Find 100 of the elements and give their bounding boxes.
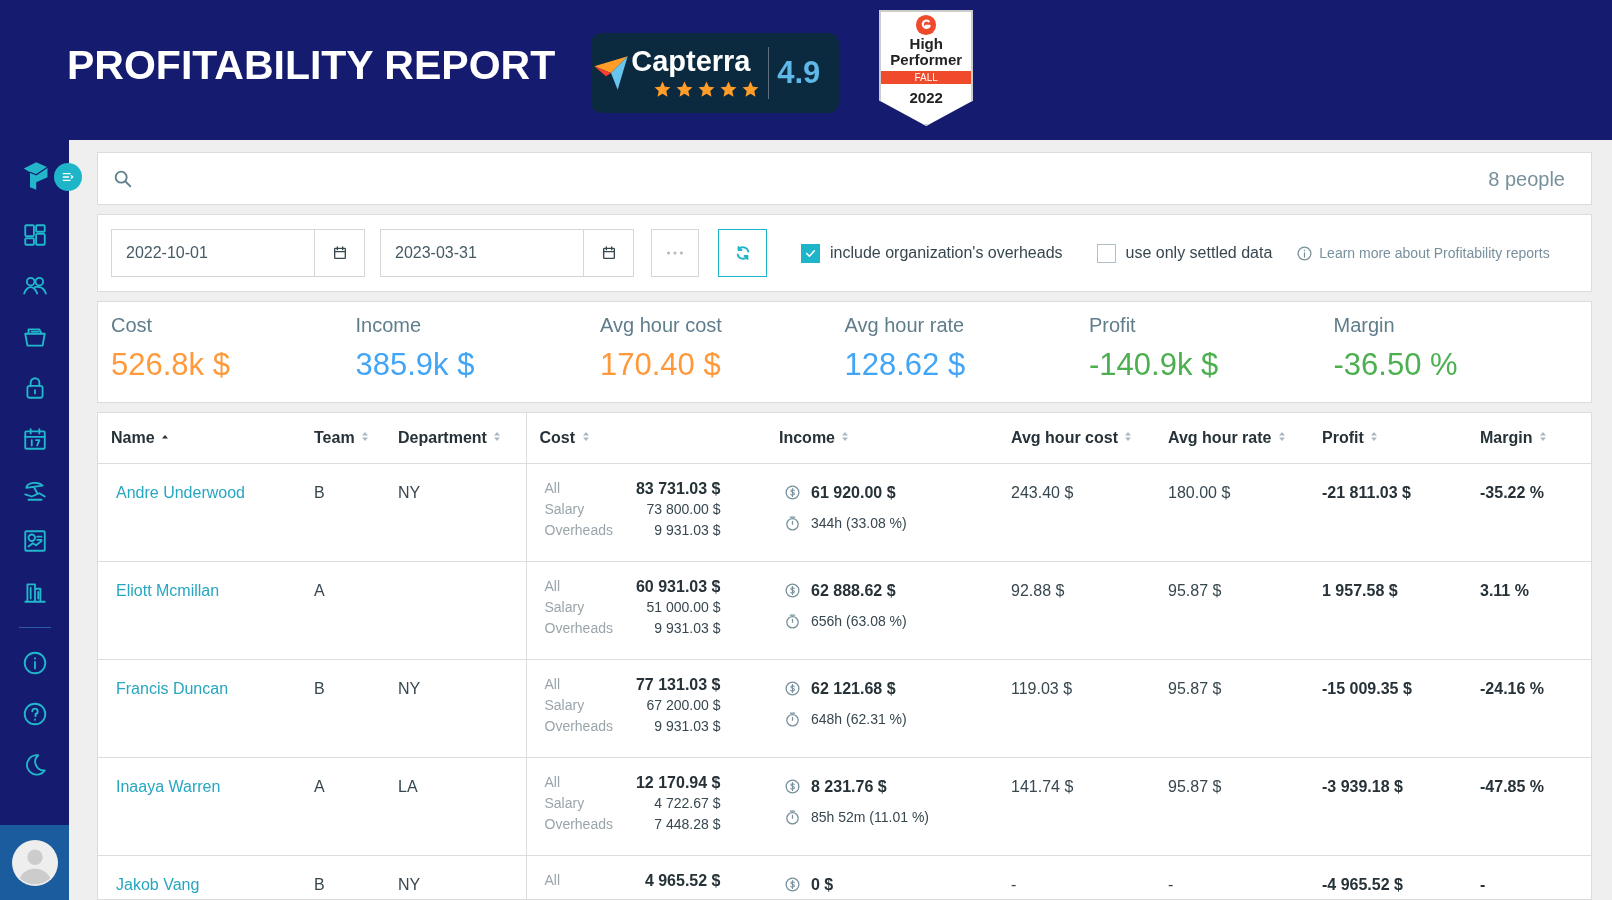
help-icon[interactable] xyxy=(21,701,48,727)
column-header[interactable]: Avg hour cost xyxy=(998,413,1155,463)
star-icon xyxy=(741,80,761,99)
award-text: Performer xyxy=(890,52,963,68)
cost-label: Overheads xyxy=(544,520,614,540)
income-value: 62 121.68 $ xyxy=(811,678,896,699)
more-icon xyxy=(667,251,683,255)
table-cell: - xyxy=(1168,875,1174,893)
sidebar-toggle-button[interactable] xyxy=(54,163,82,191)
cost-label: Overheads xyxy=(544,618,614,638)
team-text: A xyxy=(314,581,325,599)
table-cell: -3 939.18 $ xyxy=(1322,777,1403,795)
cost-label: Salary xyxy=(544,793,586,813)
report-icon[interactable] xyxy=(21,528,48,554)
cost-value: 4 722.67 $ xyxy=(653,793,721,813)
column-header[interactable]: Department xyxy=(385,413,526,463)
table-cell: -35.22 % xyxy=(1480,483,1545,501)
date-field[interactable]: 2022-10-01 xyxy=(111,229,315,277)
column-header[interactable]: Profit xyxy=(1309,413,1467,463)
income-value: 62 888.62 $ xyxy=(811,580,896,601)
cost-label: All xyxy=(544,478,562,498)
stat-label: Avg hour rate xyxy=(844,313,966,338)
cost-label: All xyxy=(544,576,562,596)
column-header[interactable]: Name xyxy=(98,413,301,463)
money-icon xyxy=(784,778,801,795)
cost-value: 9 931.03 $ xyxy=(653,716,721,736)
stopwatch-icon xyxy=(784,612,801,630)
star-icon xyxy=(719,80,739,99)
team-text: B xyxy=(314,679,325,697)
checkbox[interactable] xyxy=(1096,243,1116,263)
star-icon xyxy=(697,80,717,99)
info-icon xyxy=(1296,244,1314,262)
checkbox[interactable] xyxy=(801,243,820,263)
cost-label: All xyxy=(544,772,562,792)
brand-name: Capterra xyxy=(631,47,752,76)
cost-value: 12 170.94 $ xyxy=(634,772,721,793)
cost-label: Overheads xyxy=(544,716,614,736)
team-text: A xyxy=(314,777,325,795)
column-header[interactable]: Avg hour rate xyxy=(1155,413,1309,463)
column-header[interactable]: Income xyxy=(766,413,998,463)
stopwatch-icon xyxy=(784,710,801,728)
cost-value: 77 131.03 $ xyxy=(634,674,721,695)
hours-text: 648h (62.31 %) xyxy=(811,709,907,729)
report-title: PROFITABILITY REPORT xyxy=(67,41,556,91)
dashboard-icon[interactable] xyxy=(21,222,48,248)
cost-value: 7 448.28 $ xyxy=(653,814,721,834)
money-icon xyxy=(784,484,801,501)
cost-value: 73 800.00 $ xyxy=(645,499,721,519)
stat-value: 385.9k $ xyxy=(355,346,476,384)
stat-value: 526.8k $ xyxy=(111,346,231,384)
column-header[interactable]: Team xyxy=(301,413,385,463)
cost-label: All xyxy=(544,870,562,890)
table-cell: 180.00 $ xyxy=(1168,483,1231,501)
stat-label: Income xyxy=(355,313,423,338)
table-cell: 1 957.58 $ xyxy=(1322,581,1398,599)
column-header[interactable]: Cost xyxy=(526,413,766,463)
hours-text: 85h 52m (11.01 %) xyxy=(811,807,930,827)
info-icon[interactable] xyxy=(21,650,48,676)
award-text: High xyxy=(909,36,943,52)
table-cell: 95.87 $ xyxy=(1168,777,1222,795)
table-cell: -24.16 % xyxy=(1480,679,1545,697)
table-cell: - xyxy=(1480,875,1486,893)
cost-label: Salary xyxy=(544,695,586,715)
people-count: 8 people xyxy=(1488,166,1565,192)
award-ribbon: FALL xyxy=(881,71,972,84)
money-icon xyxy=(784,876,801,893)
calendar-icon[interactable] xyxy=(21,426,48,452)
stat-value: -36.50 % xyxy=(1333,346,1459,384)
cost-value: 4 965.52 $ xyxy=(643,870,721,891)
department-text: NY xyxy=(398,679,421,697)
team-text: B xyxy=(314,483,325,501)
table-cell: 95.87 $ xyxy=(1168,679,1222,697)
income-value: 61 920.00 $ xyxy=(811,482,896,503)
stopwatch-icon xyxy=(784,514,801,532)
money-icon xyxy=(784,582,801,599)
cost-value: 83 731.03 $ xyxy=(634,478,721,499)
table-cell: -15 009.35 $ xyxy=(1322,679,1412,697)
g2-logo-icon xyxy=(915,14,938,36)
calendar-button[interactable] xyxy=(584,229,634,277)
cost-value: 67 200.00 $ xyxy=(645,695,721,715)
table-cell: 141.74 $ xyxy=(1011,777,1074,795)
cost-label: All xyxy=(544,674,562,694)
date-field[interactable]: 2023-03-31 xyxy=(380,229,584,277)
money-icon xyxy=(784,680,801,697)
department-text: LA xyxy=(398,777,418,795)
department-text: NY xyxy=(398,875,421,893)
stopwatch-icon xyxy=(784,808,801,826)
checkbox-label: use only settled data xyxy=(1125,243,1273,263)
avatar-icon[interactable] xyxy=(11,839,58,886)
calendar-icon xyxy=(331,245,348,261)
cost-label: Overheads xyxy=(544,814,614,834)
table-cell: -21 811.03 $ xyxy=(1322,483,1411,501)
star-icon xyxy=(675,80,695,99)
column-header[interactable]: Margin xyxy=(1467,413,1591,463)
calendar-button[interactable] xyxy=(315,229,365,277)
stat-label: Profit xyxy=(1089,313,1137,338)
stat-value: -140.9k $ xyxy=(1089,346,1220,384)
cost-label: Salary xyxy=(544,597,586,617)
table-cell: 3.11 % xyxy=(1480,581,1529,599)
stat-label: Margin xyxy=(1333,313,1396,338)
